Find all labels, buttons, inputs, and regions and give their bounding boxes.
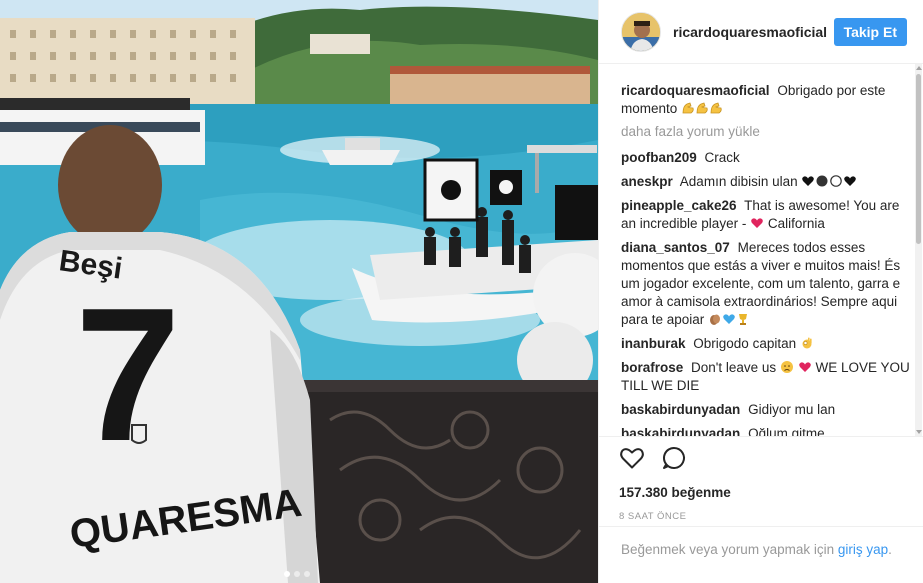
caption: ricardoquaresmaoficial Obrigado por este… (621, 82, 911, 118)
avatar[interactable] (621, 11, 661, 52)
red-heart-icon (751, 218, 763, 228)
comment-text: Don't leave us (691, 360, 777, 375)
comment-username[interactable]: baskabirdunyadan (621, 402, 740, 417)
carousel-dot[interactable] (284, 571, 290, 577)
scrollbar-thumb[interactable] (916, 74, 921, 244)
comment-username[interactable]: baskabirdunyadan (621, 426, 740, 436)
comment-text: Obrigodo capitan (693, 336, 797, 351)
load-more-comments[interactable]: daha fazla yorum yükle (621, 124, 915, 139)
comment-username[interactable]: poofban209 (621, 150, 697, 165)
carousel-indicator (284, 571, 310, 577)
scroll-down-arrow-icon[interactable] (916, 430, 922, 434)
caption-username[interactable]: ricardoquaresmaoficial (621, 83, 770, 98)
carousel-dot[interactable] (304, 571, 310, 577)
post-timestamp: 8 SAAT ÖNCE (619, 511, 687, 522)
ok-hand-icon (802, 337, 812, 349)
comment: pineapple_cake26 That is awesome! You ar… (621, 197, 911, 233)
comment: aneskpr Adamın dibisin ulan (621, 173, 911, 191)
post-actions: 157.380 beğenme 8 SAAT ÖNCE (599, 436, 923, 522)
black-circle-icon (816, 175, 828, 187)
post-header: ricardoquaresmaoficial Takip Et (599, 0, 923, 64)
photo-scene: Beşi 7 QUARESMA (0, 0, 598, 583)
post-photo[interactable]: Beşi 7 QUARESMA (0, 0, 598, 583)
comments-list[interactable]: ricardoquaresmaoficial Obrigado por este… (599, 64, 915, 436)
comment-username[interactable]: borafrose (621, 360, 683, 375)
comments-scrollbar[interactable] (915, 64, 922, 436)
comment: baskabirdunyadan Oğlum gitme (621, 425, 911, 436)
login-link[interactable]: giriş yap (838, 542, 888, 557)
black-heart-icon (844, 176, 857, 186)
blue-heart-icon (723, 314, 735, 324)
sad-face-icon (780, 361, 793, 373)
header-username[interactable]: ricardoquaresmaoficial (673, 24, 834, 40)
comment-text: Oğlum gitme (748, 426, 825, 436)
comment-username[interactable]: diana_santos_07 (621, 240, 730, 255)
comment: inanburak Obrigodo capitan (621, 335, 911, 353)
comment-text: Adamın dibisin ulan (679, 174, 798, 189)
black-heart-icon (802, 176, 815, 186)
trophy-icon (739, 314, 748, 325)
comment-username[interactable]: inanburak (621, 336, 686, 351)
comment-emojis (708, 312, 750, 327)
comment-button[interactable] (661, 445, 687, 476)
login-prompt-text: Beğenmek veya yorum yapmak için (621, 542, 835, 557)
follow-button[interactable]: Takip Et (833, 17, 907, 46)
comment: diana_santos_07 Mereces todos esses mome… (621, 239, 911, 329)
comment-text: Crack (704, 150, 740, 165)
comment: borafrose Don't leave us WE LOVE YOU TIL… (621, 359, 911, 395)
comment: poofban209 Crack (621, 149, 911, 167)
jersey-number-text: 7 (75, 269, 181, 481)
heart-outline-icon (620, 447, 644, 468)
flexed-biceps-icon (681, 101, 723, 116)
login-prompt: Beğenmek veya yorum yapmak için giriş ya… (599, 526, 923, 559)
scroll-up-arrow-icon[interactable] (916, 66, 922, 70)
comment-username[interactable]: aneskpr (621, 174, 673, 189)
red-heart-icon (798, 362, 811, 372)
like-button[interactable] (619, 446, 645, 475)
comment-text: Gidiyor mu lan (748, 402, 836, 417)
profile-photo-icon (622, 12, 660, 51)
white-circle-icon (830, 175, 843, 187)
comment-text-after: California (767, 216, 825, 231)
likes-count[interactable]: 157.380 beğenme (619, 485, 923, 500)
speech-bubble-icon (662, 446, 685, 469)
black-white-emoji-icons (801, 174, 857, 189)
login-prompt-suffix: . (888, 542, 892, 557)
clapping-hands-icon (710, 314, 721, 325)
comment-username[interactable]: pineapple_cake26 (621, 198, 737, 213)
post-side-panel: ricardoquaresmaoficial Takip Et ricardoq… (598, 0, 923, 583)
action-icons (619, 445, 923, 476)
comment: baskabirdunyadan Gidiyor mu lan (621, 401, 911, 419)
carousel-dot[interactable] (294, 571, 300, 577)
